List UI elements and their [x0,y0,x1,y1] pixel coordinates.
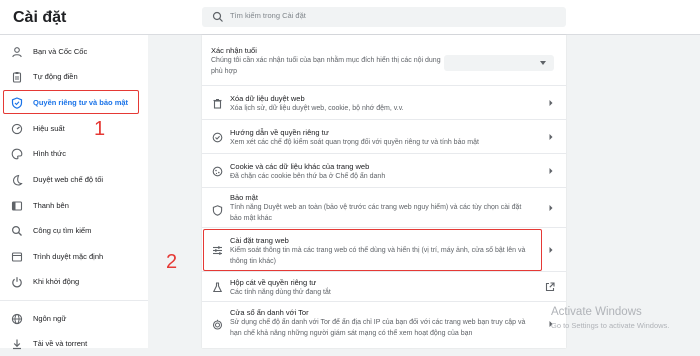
palette-icon [11,148,23,160]
tor-icon [212,319,223,330]
privacy-guide-row[interactable]: Hướng dẫn về quyền riêng tư Xem xét các … [202,119,566,154]
annotation-number-2: 2 [166,251,178,273]
sidebar-item-label: Hình thức [33,149,66,158]
sidebar-item-label: Bạn và Cốc Cốc [33,47,88,56]
top-bar: Cài đặt Tìm kiếm trong Cài đặt [0,0,700,34]
row-desc: Đã chặn các cookie bên thứ ba ở Chế độ ẩ… [230,173,386,180]
sidebar-item-appearance[interactable]: Hình thức [0,142,148,166]
chevron-right-icon [548,246,554,254]
row-desc: Xóa lịch sử, dữ liệu duyệt web, cookie, … [230,105,404,112]
clipboard-icon [11,71,23,83]
sidebar-divider [0,300,148,301]
sidebar-item-label: Khi khởi động [33,277,80,286]
external-link-icon [545,282,555,292]
chevron-down-icon [540,61,546,65]
sidebar-item-label: Duyệt web chế độ tối [33,175,104,184]
person-icon [11,46,23,58]
sidebar-item-label: Tự động điền [33,72,78,81]
sidebar-item-label: Thanh bên [33,201,69,210]
row-title: Cửa sổ ẩn danh với Tor [230,308,309,317]
flask-icon [212,282,223,293]
sidebar-item-autofill[interactable]: Tự động điền [0,65,148,89]
sidebar-item-label: Tải về và torrent [33,339,88,348]
trash-icon [212,98,223,109]
sidebar-item-label: Ngôn ngữ [33,314,67,323]
search-icon [212,11,224,23]
row-desc: Tính năng Duyệt web an toàn (bảo vệ trướ… [230,204,522,222]
sidebar-item-downloads[interactable]: Tải về và torrent [0,332,148,356]
activate-windows-subtitle: Go to Settings to activate Windows. [551,321,670,330]
clear-browsing-data-row[interactable]: Xóa dữ liệu duyệt web Xóa lịch sử, dữ li… [202,85,566,120]
sidebar-item-label: Hiệu suất [33,124,65,133]
speedometer-icon [11,123,23,135]
highlight-box-site-settings [203,229,542,271]
row-desc: Xem xét các chế độ kiểm soát quan trọng … [230,139,479,146]
moon-icon [11,174,23,186]
sidebar-item-sidebar[interactable]: Thanh bên [0,194,148,218]
sidebar-icon [11,200,23,212]
row-title: Hướng dẫn về quyền riêng tư [230,128,329,137]
highlight-box-privacy [3,90,139,114]
row-title: Xác nhận tuổi [211,46,257,55]
chevron-right-icon [548,204,554,212]
age-verification-row: Xác nhận tuổi Chúng tôi cần xác nhận tuổ… [202,35,566,85]
row-title: Hộp cát về quyền riêng tư [230,278,317,287]
cookies-row[interactable]: Cookie và các dữ liệu khác của trang web… [202,153,566,188]
privacy-guide-icon [212,132,223,143]
row-title: Xóa dữ liệu duyệt web [230,94,305,103]
sidebar-item-label: Công cụ tìm kiếm [33,226,92,235]
security-shield-icon [212,205,223,216]
sidebar-item-performance[interactable]: Hiệu suất [0,117,148,141]
security-row[interactable]: Bảo mật Tính năng Duyệt web an toàn (bảo… [202,187,566,228]
page-title: Cài đặt [13,9,67,26]
age-dropdown[interactable] [444,55,554,71]
power-icon [11,276,23,288]
row-desc: Sử dụng chế độ ẩn danh với Tor để ẩn địa… [230,319,526,337]
tor-incognito-row[interactable]: Cửa sổ ẩn danh với Tor Sử dụng chế độ ẩn… [202,301,566,349]
sidebar-item-label: Trình duyệt mặc định [33,252,104,261]
sidebar-item-dark-mode[interactable]: Duyệt web chế độ tối [0,168,148,192]
privacy-settings-panel: Xác nhận tuổi Chúng tôi cần xác nhận tuổ… [202,35,566,348]
search-placeholder: Tìm kiếm trong Cài đặt [230,11,306,20]
chevron-right-icon [548,133,554,141]
chevron-right-icon [548,167,554,175]
sidebar-item-on-startup[interactable]: Khi khởi động [0,270,148,294]
search-icon [11,225,23,237]
row-desc: Các tính năng dùng thử đang tắt [230,289,331,296]
sidebar-item-search-engine[interactable]: Công cụ tìm kiếm [0,219,148,243]
chevron-right-icon [548,99,554,107]
cookie-icon [212,166,223,177]
row-desc: Chúng tôi cần xác nhận tuổi của bạn nhằm… [211,57,441,75]
sidebar: Bạn và Cốc Cốc Tự động điền Quyền riêng … [0,35,148,350]
privacy-sandbox-row[interactable]: Hộp cát về quyền riêng tư Các tính năng … [202,271,566,302]
sidebar-item-languages[interactable]: Ngôn ngữ [0,307,148,331]
sidebar-item-default-browser[interactable]: Trình duyệt mặc định [0,245,148,269]
annotation-number-1: 1 [94,118,106,140]
globe-icon [11,313,23,325]
sidebar-item-you-and-coccoc[interactable]: Bạn và Cốc Cốc [0,40,148,64]
browser-icon [11,251,23,263]
row-title: Cookie và các dữ liệu khác của trang web [230,162,370,171]
search-input[interactable]: Tìm kiếm trong Cài đặt [202,7,566,27]
row-title: Bảo mật [230,193,258,202]
activate-windows-title: Activate Windows [551,306,642,318]
download-icon [11,338,23,350]
